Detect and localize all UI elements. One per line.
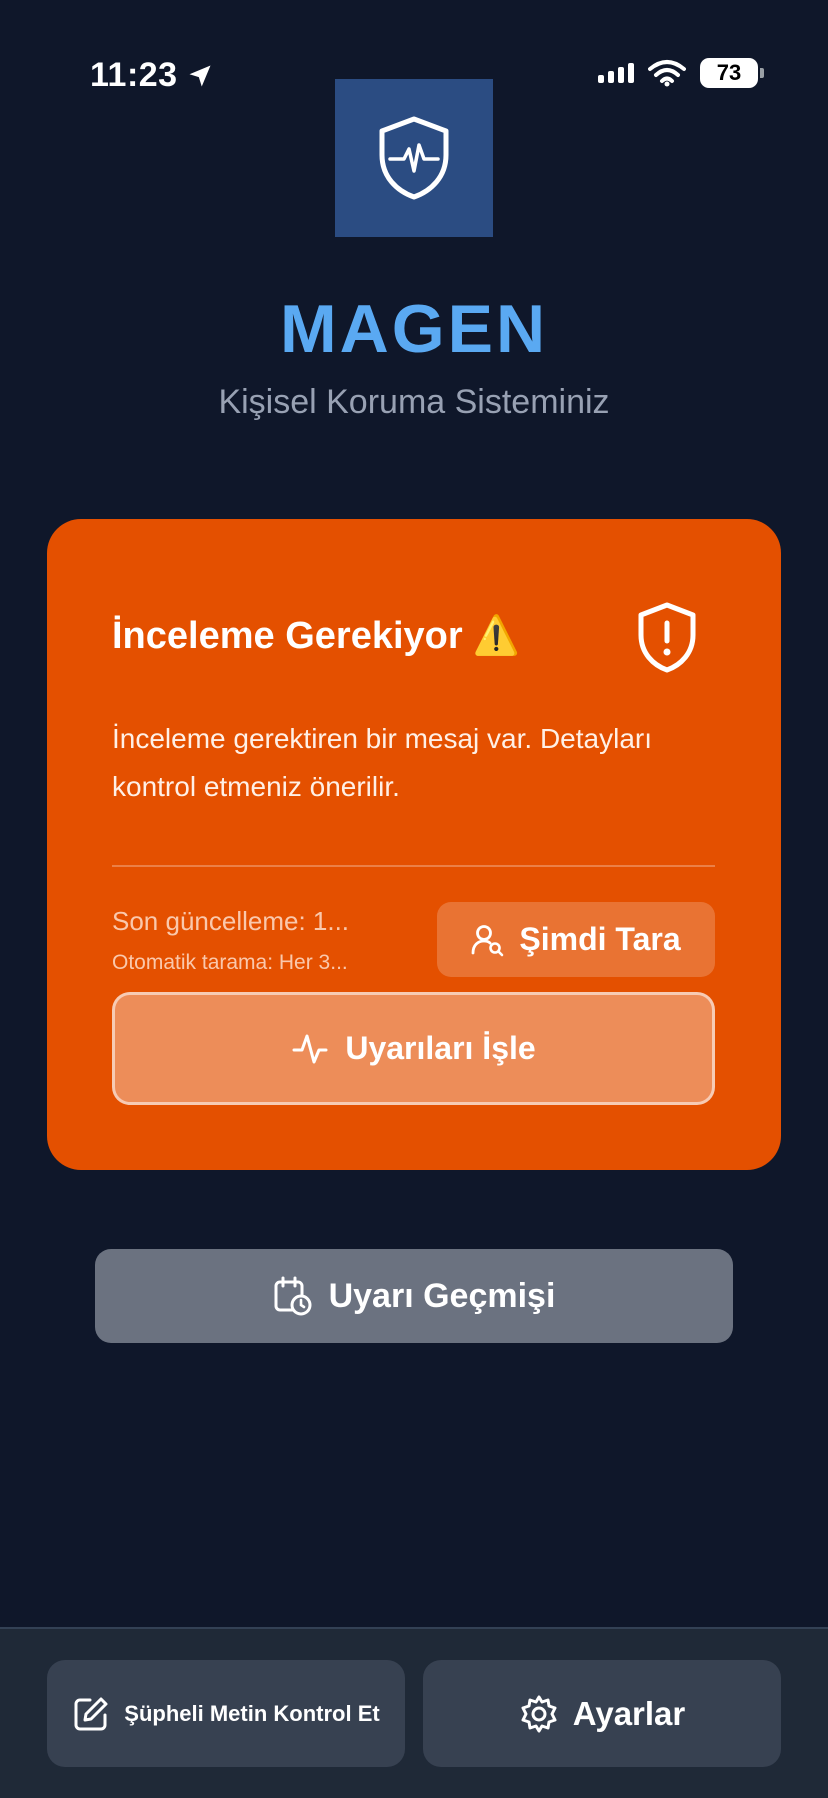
wifi-icon — [648, 60, 686, 87]
app-logo — [335, 79, 493, 237]
user-search-icon — [471, 924, 504, 956]
scan-now-label: Şimdi Tara — [519, 921, 681, 957]
edit-icon — [74, 1697, 108, 1730]
last-update-text: Son güncelleme: 1... — [112, 906, 350, 936]
app-title: MAGEN — [279, 291, 549, 367]
auto-scan-text: Otomatik tarama: Her 3... — [112, 951, 348, 974]
status-message: İnceleme gerektiren bir mesaj var. Detay… — [112, 723, 652, 802]
cellular-signal-icon — [598, 63, 634, 83]
battery-indicator: 73 — [700, 58, 764, 88]
process-alerts-label: Uyarıları İşle — [345, 1030, 536, 1066]
status-title-text: İnceleme Gerekiyor — [112, 614, 463, 657]
alert-history-label: Uyarı Geçmişi — [328, 1276, 556, 1315]
warning-emoji-icon: ⚠️ — [472, 615, 520, 657]
settings-button[interactable]: Ayarlar — [423, 1660, 781, 1767]
activity-icon — [292, 1034, 328, 1063]
process-alerts-button[interactable]: Uyarıları İşle — [112, 992, 715, 1105]
protection-status-card: İnceleme Gerekiyor ⚠️ İnceleme gerektire… — [47, 519, 781, 1170]
gear-icon — [521, 1695, 557, 1732]
shield-alert-icon — [638, 602, 696, 673]
status-time-text: 11:23 — [90, 56, 178, 94]
alert-history-button[interactable]: Uyarı Geçmişi — [95, 1249, 733, 1343]
bottom-action-bar: Şüpheli Metin Kontrol Et Ayarlar — [0, 1627, 828, 1798]
location-arrow-icon — [189, 65, 211, 86]
status-title: İnceleme Gerekiyor ⚠️ — [112, 614, 520, 658]
check-suspicious-text-label: Şüpheli Metin Kontrol Et — [124, 1700, 380, 1726]
check-suspicious-text-button[interactable]: Şüpheli Metin Kontrol Et — [47, 1660, 405, 1767]
status-time: 11:23 — [90, 56, 214, 95]
battery-level: 73 — [716, 60, 742, 85]
status-indicators: 73 — [598, 58, 764, 88]
shield-pulse-icon — [379, 116, 449, 200]
app-subtitle: Kişisel Koruma Sisteminiz — [218, 383, 610, 421]
card-divider — [112, 865, 715, 867]
settings-label: Ayarlar — [572, 1694, 686, 1732]
scan-now-button[interactable]: Şimdi Tara — [437, 902, 715, 977]
calendar-clock-icon — [274, 1276, 312, 1316]
home-screen: 11:23 73 MAGEN Kişisel Koruma Sisteminiz — [0, 0, 828, 1798]
